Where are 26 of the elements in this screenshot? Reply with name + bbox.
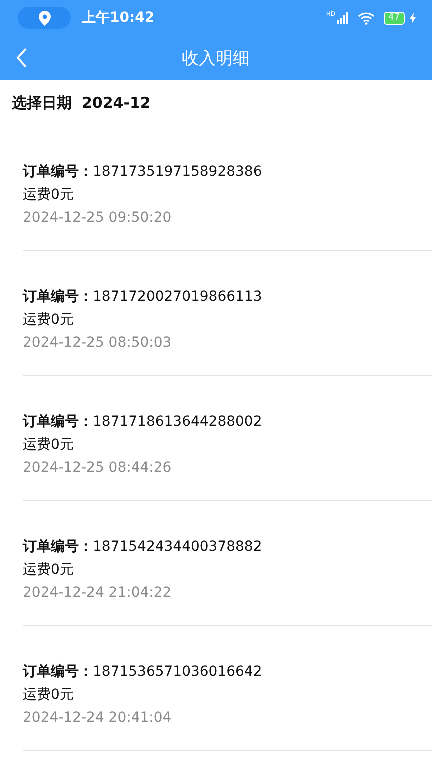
charging-icon <box>410 12 416 24</box>
location-pin-icon <box>38 10 50 26</box>
signal-icon <box>336 12 349 24</box>
back-icon[interactable] <box>16 48 28 68</box>
order-number: 订单编号：1871735197158928386 <box>23 163 264 182</box>
battery-level: 47 <box>384 12 405 24</box>
order-number: 订单编号：1871718613644288002 <box>23 413 264 432</box>
order-fee: 运费0元 <box>23 686 75 705</box>
order-number: 订单编号：1871720027019866113 <box>23 288 264 307</box>
order-time: 2024-12-25 08:50:03 <box>23 334 173 353</box>
page-title: 收入明细 <box>182 48 250 70</box>
status-time: 上午10:42 <box>82 9 155 27</box>
order-time: 2024-12-24 20:41:04 <box>23 709 173 728</box>
order-fee: 运费0元 <box>23 186 75 205</box>
order-time: 2024-12-25 08:44:26 <box>23 459 173 478</box>
date-label: 选择日期 <box>12 94 72 112</box>
location-pill[interactable] <box>18 7 71 29</box>
wifi-icon <box>358 12 375 24</box>
order-time: 2024-12-24 21:04:22 <box>23 584 173 603</box>
order-fee: 运费0元 <box>23 436 75 455</box>
order-time: 2024-12-25 09:50:20 <box>23 209 173 228</box>
order-number: 订单编号：1871536571036016642 <box>23 663 264 682</box>
date-value[interactable]: 2024-12 <box>82 94 151 112</box>
order-fee: 运费0元 <box>23 561 75 580</box>
order-fee: 运费0元 <box>23 311 75 330</box>
order-number: 订单编号：1871542434400378882 <box>23 538 264 557</box>
